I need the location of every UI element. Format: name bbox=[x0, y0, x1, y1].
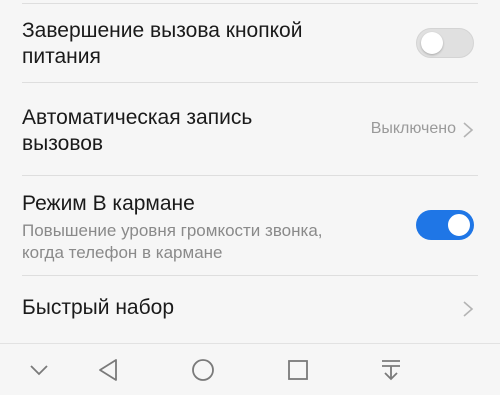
setting-speed-dial[interactable]: Быстрый набор bbox=[0, 276, 500, 342]
setting-pocket-mode[interactable]: Режим В кармане Повышение уровня громкос… bbox=[0, 176, 500, 275]
chevron-right-icon bbox=[463, 301, 474, 317]
home-icon[interactable] bbox=[188, 355, 218, 385]
toggle-knob bbox=[448, 214, 470, 236]
setting-description-continued: когда телефон в кармане bbox=[22, 243, 223, 262]
setting-title-continued: вызовов bbox=[22, 132, 104, 155]
setting-description: Повышение уровня громкости звонка, bbox=[22, 221, 323, 240]
back-icon[interactable] bbox=[94, 355, 124, 385]
settings-list: Завершение вызова кнопкой питания Автома… bbox=[0, 0, 500, 343]
setting-end-call-power-button[interactable]: Завершение вызова кнопкой питания bbox=[0, 4, 500, 82]
setting-title: Режим В кармане bbox=[22, 192, 195, 215]
setting-title: Автоматическая запись bbox=[22, 106, 253, 129]
setting-title: Быстрый набор bbox=[22, 296, 174, 319]
chevron-down-icon[interactable] bbox=[24, 355, 54, 385]
recents-icon[interactable] bbox=[283, 355, 313, 385]
notification-pull-icon[interactable] bbox=[376, 355, 406, 385]
setting-title: Завершение вызова кнопкой bbox=[22, 19, 303, 42]
setting-value: Выключено bbox=[370, 120, 456, 137]
pocket-mode-toggle[interactable] bbox=[416, 210, 474, 240]
setting-auto-call-recording[interactable]: Автоматическая запись вызовов Выключено bbox=[0, 83, 500, 175]
chevron-right-icon bbox=[463, 122, 474, 138]
end-call-power-toggle[interactable] bbox=[416, 28, 474, 58]
navigation-bar bbox=[0, 343, 500, 395]
setting-title-continued: питания bbox=[22, 45, 101, 68]
toggle-knob bbox=[421, 32, 443, 54]
